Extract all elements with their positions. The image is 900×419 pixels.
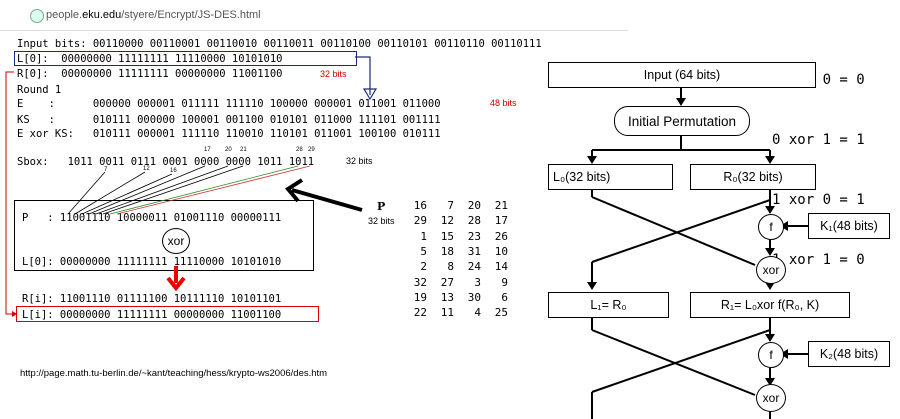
- flow-input-label: Input (64 bits): [643, 68, 721, 82]
- flow-l0-label: L₀(32 bits): [553, 170, 611, 184]
- flow-arrowhead: [765, 334, 775, 342]
- flow-edge: [591, 329, 771, 393]
- flow-arrowhead: [587, 156, 597, 164]
- flow-xor2-circle: xor: [756, 384, 786, 412]
- flow-input-box: Input (64 bits): [548, 62, 816, 88]
- flow-k1-box: K₁(48 bits): [808, 213, 890, 239]
- flow-arrowhead: [765, 248, 775, 256]
- flow-f1-circle: f: [758, 214, 784, 240]
- flow-arrowhead: [587, 282, 597, 290]
- flow-l1-label: L₁= R₀: [590, 298, 627, 312]
- flow-f2-circle: f: [758, 342, 784, 368]
- flow-k1-label: K₁(48 bits): [820, 219, 878, 233]
- flow-xor1-circle: xor: [756, 256, 786, 284]
- flow-k2-label: K₂(48 bits): [819, 347, 879, 361]
- flow-r1-label: R₁= L₀xor f(R₀, K): [720, 298, 820, 312]
- flow-f1-label: f: [769, 220, 773, 234]
- flow-xor1-label: xor: [762, 263, 780, 277]
- flow-arrowhead: [765, 156, 775, 164]
- flow-edge: [591, 329, 756, 396]
- flow-arrowhead: [676, 98, 686, 106]
- flow-f2-label: f: [769, 348, 773, 362]
- flow-r0-box: R₀(32 bits): [690, 164, 816, 190]
- flow-arrowhead: [765, 206, 775, 214]
- flow-r1-box: R₁= L₀xor f(R₀, K): [690, 292, 850, 318]
- flow-r0-label: R₀(32 bits): [723, 170, 783, 184]
- flow-ip-label: Initial Permutation: [627, 113, 737, 129]
- flow-xor2-label: xor: [762, 391, 780, 405]
- flow-l0-box: L₀(32 bits): [548, 164, 673, 190]
- flow-k2-box: K₂(48 bits): [808, 341, 890, 367]
- flow-edge: [591, 196, 756, 266]
- flow-l1-box: L₁= R₀: [548, 292, 669, 318]
- flow-ip-box: Initial Permutation: [614, 106, 750, 136]
- flow-edge: [591, 199, 771, 263]
